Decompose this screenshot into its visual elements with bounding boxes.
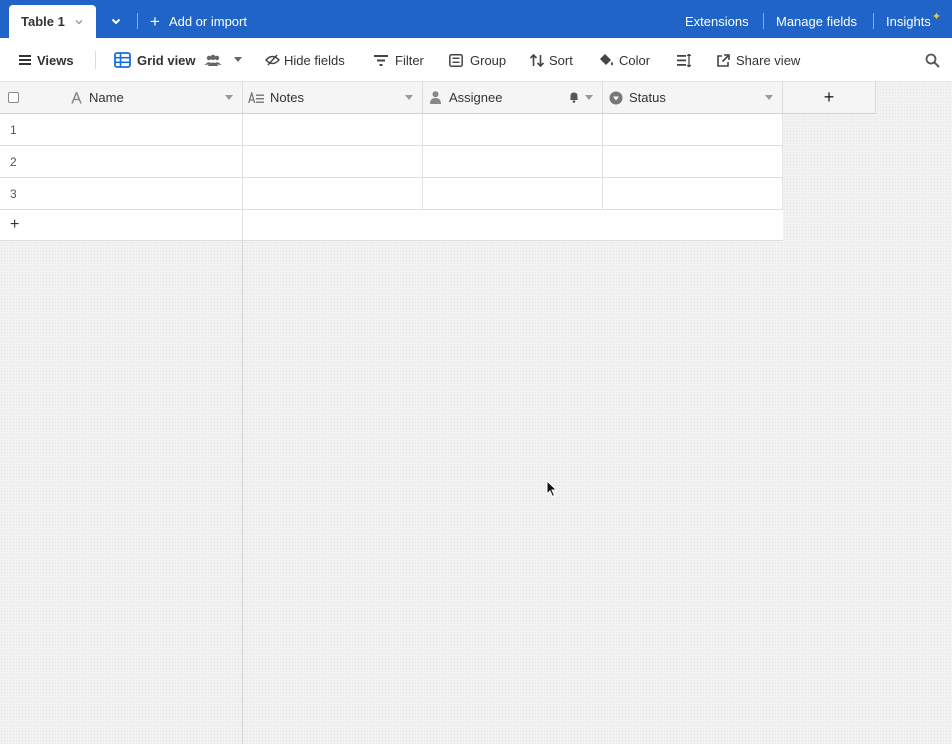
caret-down-icon[interactable] [233,57,242,63]
grid-view-label: Grid view [137,52,196,68]
status-cell[interactable] [603,178,783,209]
extensions-label: Extensions [685,13,749,29]
filter-button[interactable]: Filter [374,50,424,70]
column-header-name: Name [89,90,124,105]
field-header-notes[interactable]: Notes [243,82,423,113]
status-cell[interactable] [603,114,783,145]
hide-fields-label: Hide fields [284,52,345,68]
search-button[interactable] [925,50,946,70]
view-toolbar: Views Grid view Hide fields Filter Group… [0,38,952,82]
tables-dropdown-button[interactable] [104,10,128,32]
add-or-import-label: Add or import [168,13,247,29]
column-header-status: Status [629,90,666,105]
table-row[interactable]: 1 [0,114,783,146]
primary-cell[interactable]: 2 [0,146,243,177]
sort-label: Sort [549,52,573,68]
add-or-import-button[interactable]: + Add or import [150,11,247,31]
frozen-column-divider [242,241,243,744]
divider [873,13,874,29]
plus-icon: + [10,216,20,233]
caret-down-icon[interactable] [405,95,413,100]
bell-icon[interactable] [569,91,579,103]
chevron-down-icon [111,18,121,25]
notes-cell[interactable] [243,146,423,177]
assignee-cell[interactable] [423,146,603,177]
row-number: 2 [10,155,17,169]
grid-view-button[interactable]: Grid view [114,50,248,70]
extensions-button[interactable]: Extensions [685,11,749,31]
grid-view-icon [114,52,131,68]
plus-icon: + [150,11,160,31]
field-header-status[interactable]: Status [603,82,783,113]
views-label: Views [37,52,74,68]
insights-button[interactable]: Insights ✦ [886,11,941,31]
group-button[interactable]: Group [449,50,506,70]
plus-icon: + [823,87,835,107]
share-view-button[interactable]: Share view [717,50,800,70]
search-icon [925,53,940,68]
sort-icon [530,53,544,67]
insights-label: Insights [886,13,931,29]
status-cell[interactable] [603,146,783,177]
hide-fields-button[interactable]: Hide fields [265,50,345,70]
color-label: Color [619,52,651,68]
external-share-icon [717,53,730,67]
sparkle-icon: ✦ [931,10,942,23]
primary-field-header[interactable]: Name [0,82,243,113]
notes-cell[interactable] [243,114,423,145]
tab-label: Table 1 [21,14,65,29]
field-header-row: Name Notes Assignee Status + [0,82,876,114]
table-row[interactable]: 3 [0,178,783,210]
color-button[interactable]: Color [599,50,650,70]
caret-down-icon[interactable] [765,95,773,100]
filter-label: Filter [395,52,424,68]
sort-button[interactable]: Sort [530,50,573,70]
divider [763,13,764,29]
column-header-notes: Notes [270,90,304,105]
notes-cell[interactable] [243,178,423,209]
filter-icon [374,54,388,66]
long-text-icon [248,91,264,103]
caret-down-icon[interactable] [225,95,233,100]
add-record-button[interactable]: + [0,210,243,240]
add-field-button[interactable]: + [783,82,876,113]
table-tab-bar: Table 1 + Add or import Extensions Manag… [0,0,952,38]
caret-down-icon[interactable] [585,95,593,100]
paint-bucket-icon [600,54,613,66]
group-label: Group [470,52,507,68]
select-all-checkbox[interactable] [8,92,19,103]
row-height-icon [677,53,691,67]
text-a-icon [71,91,82,104]
views-button[interactable]: Views [19,50,74,70]
add-record-row[interactable]: + [0,210,783,241]
primary-cell[interactable]: 1 [0,114,243,145]
assignee-cell[interactable] [423,178,603,209]
user-icon [430,91,441,104]
single-select-icon [609,91,623,104]
people-icon [204,54,222,66]
hamburger-icon [19,55,31,65]
tab-table-1[interactable]: Table 1 [9,5,96,38]
divider [95,51,96,69]
assignee-cell[interactable] [423,114,603,145]
share-view-label: Share view [736,52,801,68]
group-icon [449,53,463,67]
row-number: 1 [10,123,17,137]
eye-slash-icon [265,54,280,66]
manage-fields-button[interactable]: Manage fields [776,11,857,31]
table-row[interactable]: 2 [0,146,783,178]
mouse-cursor-icon [546,480,558,498]
divider [137,13,138,29]
chevron-down-icon[interactable] [74,17,84,27]
manage-fields-label: Manage fields [776,13,857,29]
column-header-assignee: Assignee [449,90,503,105]
primary-cell[interactable]: 3 [0,178,243,209]
field-header-assignee[interactable]: Assignee [423,82,603,113]
row-number: 3 [10,187,17,201]
row-height-button[interactable] [677,50,697,70]
